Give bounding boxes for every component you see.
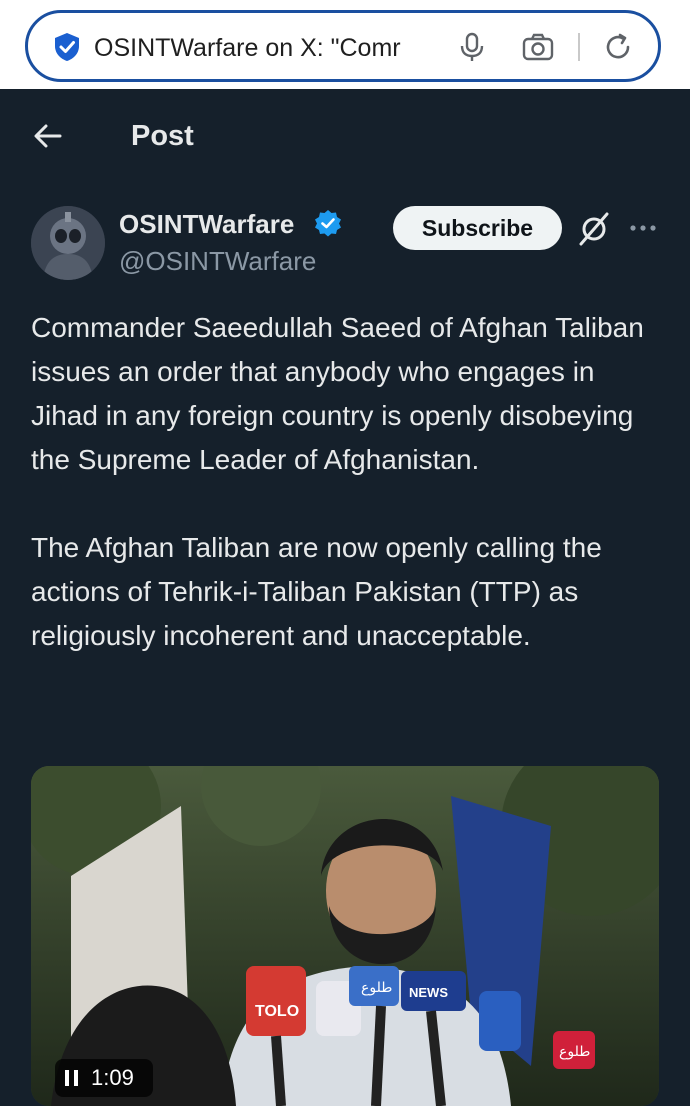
video-duration: 1:09 — [91, 1065, 134, 1090]
mic-label: طلوع — [361, 980, 392, 996]
verified-badge-icon — [315, 210, 341, 237]
arrow-left-icon[interactable] — [32, 120, 64, 152]
video-player[interactable]: TOLO طلوع NEWS طلوع 1:09 — [31, 766, 659, 1106]
video-frame: TOLO طلوع NEWS طلوع — [31, 766, 659, 1106]
avatar-image — [31, 206, 105, 280]
subscribe-button[interactable]: Subscribe — [393, 206, 562, 250]
pause-icon[interactable] — [65, 1070, 79, 1086]
browser-toolbar: OSINTWarfare on X: "Comr — [0, 0, 690, 89]
mic-label: طلوع — [559, 1044, 590, 1060]
mic-label: NEWS — [409, 985, 448, 1000]
tweet-paragraph: The Afghan Taliban are now openly callin… — [31, 532, 602, 651]
shield-icon — [55, 33, 79, 61]
toolbar-separator — [578, 33, 580, 61]
mic-label: TOLO — [255, 1003, 299, 1020]
page-title: Post — [131, 120, 194, 152]
grok-icon[interactable] — [576, 211, 612, 247]
mic-icon[interactable] — [455, 30, 489, 64]
more-options-icon[interactable] — [627, 216, 659, 240]
camera-icon[interactable] — [521, 30, 555, 64]
tweet-paragraph: Commander Saeedullah Saeed of Afghan Tal… — [31, 312, 644, 475]
author-handle[interactable]: @OSINTWarfare — [119, 244, 316, 278]
avatar[interactable] — [31, 206, 105, 280]
author-name[interactable]: OSINTWarfare — [119, 207, 294, 241]
address-bar[interactable]: OSINTWarfare on X: "Comr — [25, 10, 661, 82]
tweet-text: Commander Saeedullah Saeed of Afghan Tal… — [31, 306, 651, 702]
video-time-chip[interactable]: 1:09 — [55, 1059, 153, 1097]
reload-icon[interactable] — [601, 30, 635, 64]
address-text[interactable]: OSINTWarfare on X: "Comr — [94, 32, 434, 64]
